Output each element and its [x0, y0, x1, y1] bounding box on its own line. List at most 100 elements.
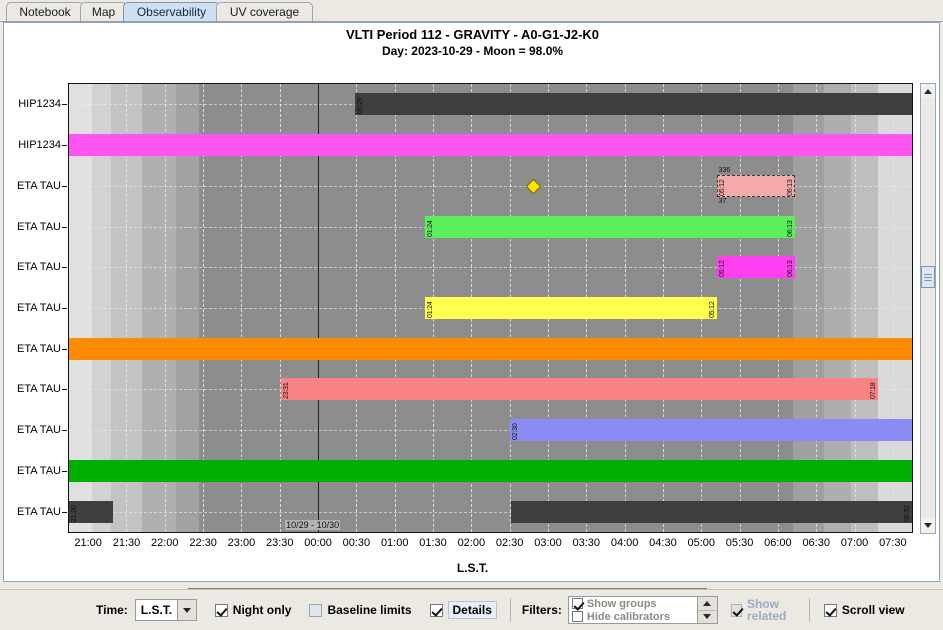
- filters-spinner[interactable]: [697, 596, 718, 624]
- y-axis-tick-label: ETA TAU: [16, 505, 61, 518]
- checkbox-icon[interactable]: [571, 611, 583, 622]
- y-axis-tick: [62, 267, 67, 269]
- chart-title: VLTI Period 112 - GRAVITY - A0-G1-J2-K0: [345, 27, 600, 42]
- bottom-toolbar: Time: L.S.T. Night only Baseline limits …: [0, 589, 943, 630]
- scroll-view-checkbox[interactable]: Scroll view: [823, 603, 905, 617]
- x-axis-tick-label: 06:30: [802, 537, 830, 549]
- night-only-checkbox[interactable]: Night only: [214, 603, 291, 617]
- tab-notebook[interactable]: Notebook: [6, 2, 84, 21]
- x-axis-tick-label: 04:30: [649, 537, 677, 549]
- day-change-label: 10/29 - 10/30: [285, 520, 341, 530]
- x-axis-tick-label: 00:00: [304, 537, 332, 549]
- x-axis-tick-label: 04:00: [610, 537, 639, 549]
- y-axis-tick: [62, 430, 67, 432]
- bar-end-time-label: 06:13: [786, 179, 794, 196]
- observability-bar[interactable]: [69, 459, 912, 482]
- x-axis-tick-label: 03:00: [534, 537, 562, 549]
- toolbar-divider-2: [808, 598, 810, 622]
- checkbox-icon[interactable]: [730, 603, 742, 617]
- observability-chart-panel: VLTI Period 112 - GRAVITY - A0-G1-J2-K0 …: [3, 22, 940, 606]
- x-axis-tick-label: 21:00: [74, 537, 102, 549]
- y-axis-tick: [62, 185, 67, 187]
- observability-bar[interactable]: [69, 134, 912, 157]
- x-axis-tick-label: 05:00: [687, 537, 716, 549]
- x-axis-tick-label: 01:00: [380, 537, 409, 549]
- x-axis-tick-label: 07:00: [840, 537, 869, 549]
- time-scale-select[interactable]: L.S.T.: [134, 599, 197, 621]
- observability-bar[interactable]: [425, 297, 717, 319]
- details-label[interactable]: Details: [447, 601, 497, 619]
- tab-map-label: Map: [91, 5, 116, 19]
- bar-end-time-label: 06:13: [786, 220, 794, 237]
- x-axis-tick-label: 05:30: [725, 537, 754, 549]
- show-groups-checkbox[interactable]: Show groups: [571, 597, 694, 610]
- observability-bar[interactable]: [425, 215, 795, 238]
- show-groups-label: Show groups: [586, 597, 657, 610]
- y-axis-tick: [62, 145, 67, 147]
- observability-bar[interactable]: [716, 174, 795, 197]
- x-axis-tick-label: 22:30: [189, 537, 217, 549]
- x-axis-tick-label: 01:30: [419, 537, 447, 549]
- observability-bar[interactable]: [511, 500, 912, 523]
- bar-start-time-label: 02:30: [511, 423, 519, 441]
- observability-bar[interactable]: [69, 337, 912, 360]
- scroll-up-button[interactable]: [921, 84, 935, 99]
- observability-bar[interactable]: [281, 378, 878, 401]
- y-axis-tick: [62, 308, 67, 309]
- bar-end-time-label: 06:32: [904, 505, 911, 522]
- checkbox-icon[interactable]: [571, 598, 583, 609]
- plot-vertical-scrollbar[interactable]: [920, 83, 936, 534]
- bar-start-time-label: 23:31: [283, 382, 291, 400]
- tab-map[interactable]: Map: [80, 2, 127, 21]
- x-axis-tick-label: 02:00: [457, 537, 486, 549]
- chevron-up-icon: [924, 89, 932, 94]
- x-axis-title: L.S.T.: [456, 561, 489, 575]
- tab-notebook-label: Notebook: [19, 5, 71, 19]
- filters-list[interactable]: Show groups Hide calibrators: [567, 596, 718, 624]
- bar-end-time-label: 07:18: [869, 382, 877, 400]
- x-axis-tick-label: 23:30: [265, 537, 294, 549]
- x-axis-tick-label: 07:30: [879, 537, 907, 549]
- tab-bar: Notebook Map Observability UV coverage: [0, 0, 943, 22]
- baseline-limits-label: Baseline limits: [327, 603, 412, 617]
- baseline-limits-checkbox[interactable]: Baseline limits: [309, 603, 412, 617]
- x-axis: 21:00 21:30 22:00 22:30 23:00 23:30 00:00 00:30…: [68, 535, 913, 553]
- x-axis-tick-label: 02:30: [495, 537, 524, 549]
- chevron-down-icon: [924, 523, 932, 528]
- y-axis-tick-label: HIP1234: [18, 139, 61, 152]
- y-axis-tick: [62, 470, 67, 472]
- observability-bar[interactable]: [509, 419, 912, 442]
- checkbox-icon[interactable]: [429, 603, 443, 617]
- y-axis-tick-label: ETA TAU: [16, 342, 61, 355]
- spinner-up-button[interactable]: [697, 597, 717, 611]
- chart-subtitle: Day: 2023-10-29 - Moon = 98.0%: [381, 44, 564, 58]
- bar-start-time-label: 05:12: [718, 179, 726, 196]
- bar-start-time-label: 01:24: [427, 220, 435, 237]
- show-related-checkbox[interactable]: Show related: [730, 598, 809, 622]
- bar-start-time-label: 01:24: [427, 301, 435, 318]
- hide-calibrators-checkbox[interactable]: Hide calibrators: [571, 610, 694, 623]
- time-label: Time:: [96, 603, 128, 617]
- tab-uv-coverage[interactable]: UV coverage: [216, 2, 313, 21]
- y-axis-tick-label: ETA TAU: [16, 220, 61, 233]
- filters-label: Filters:: [521, 603, 562, 617]
- scroll-down-button[interactable]: [921, 518, 935, 533]
- y-axis-tick: [62, 348, 67, 350]
- checkbox-icon[interactable]: [823, 603, 837, 617]
- scrollbar-thumb[interactable]: [921, 266, 935, 288]
- hide-calibrators-label: Hide calibrators: [586, 610, 671, 623]
- y-axis-tick: [62, 104, 67, 106]
- observability-bar[interactable]: [716, 256, 795, 279]
- tab-observability[interactable]: Observability: [123, 2, 220, 21]
- details-checkbox[interactable]: Details: [429, 601, 497, 619]
- checkbox-icon[interactable]: [309, 603, 323, 617]
- toolbar-divider: [509, 598, 511, 622]
- checkbox-icon[interactable]: [214, 603, 228, 617]
- observability-plot-area[interactable]: Made by ASPRO 2/JMMC 10/29 - 10/3000:290…: [68, 83, 913, 533]
- observability-bar[interactable]: [354, 93, 912, 116]
- chevron-down-icon[interactable]: [177, 600, 196, 620]
- spinner-down-button[interactable]: [698, 611, 717, 624]
- y-axis-tick-label: ETA TAU: [16, 424, 61, 437]
- tab-uv-coverage-label: UV coverage: [229, 5, 300, 19]
- y-axis-tick-label: ETA TAU: [16, 179, 61, 192]
